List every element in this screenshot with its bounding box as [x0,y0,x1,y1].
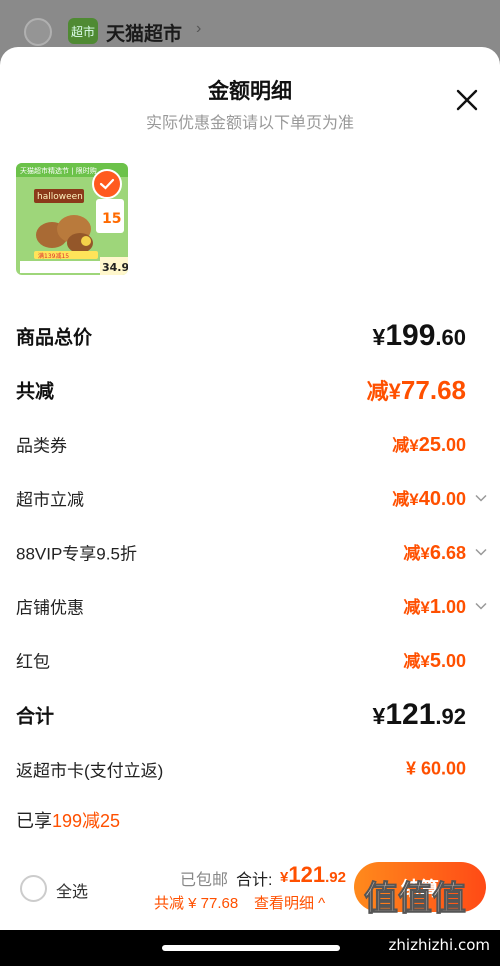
row-label: 共减 [16,381,55,403]
view-detail-link[interactable]: 查看明细 ^ [254,892,325,913]
total-label: 合计: [236,872,273,889]
row-label: 88VIP专享9.5折 [16,544,137,564]
thumbnail-brand-text: halloween [37,192,83,202]
row-supermarket-card-rebate: 返超市卡(支付立返) ¥ 60.00 [16,753,466,785]
row-label: 返超市卡(支付立返) [16,761,164,781]
select-all-label[interactable]: 全选 [56,878,88,902]
row-label: 合计 [16,706,55,728]
row-amount: 减¥40.00 [392,488,466,510]
watermark-logo: 值值值 [364,879,467,920]
row-label: 店铺优惠 [16,598,84,618]
row-label: 超市立减 [16,490,84,510]
chevron-right-icon: › [196,20,202,37]
home-indicator[interactable] [162,945,340,951]
row-amount: 减¥1.00 [403,596,466,618]
row-red-packet: 红包 减¥5.00 [16,644,466,676]
row-amount: 减¥6.68 [403,542,466,564]
store-select-radio[interactable] [24,18,52,46]
close-icon[interactable] [454,87,480,113]
chevron-down-icon[interactable] [474,599,488,613]
row-amount: 减¥25.00 [392,434,466,456]
svg-text:值值值: 值值值 [364,879,466,919]
row-goods-total: 商品总价 ¥199.60 [16,319,466,352]
applied-promo: 已享199减25 [16,811,121,831]
store-logo: 超市 [68,18,98,44]
row-supermarket-discount[interactable]: 超市立减 减¥40.00 [16,482,487,514]
row-amount: ¥ 60.00 [405,758,466,779]
thumbnail-badge-text: 满139减15 [38,252,69,260]
saved-amount: 共减 ¥ 77.68 [154,895,239,912]
row-amount: 减¥77.68 [366,375,466,405]
price-detail-sheet: 金额明细 实际优惠金额请以下单页为准 天猫超市精选节 | 限时购 hallowe… [0,47,500,966]
row-amount: ¥199.60 [372,319,466,352]
chevron-down-icon[interactable] [474,545,488,559]
chevron-down-icon[interactable] [474,491,488,505]
total-amount: ¥121.92 [280,862,346,887]
row-amount: 减¥5.00 [403,650,466,672]
row-label: 红包 [16,652,50,672]
watermark-site: zhizhizhi.com [388,936,490,954]
sheet-title: 金额明细 [208,80,292,103]
row-category-coupon: 品类券 减¥25.00 [16,428,466,460]
row-label: 商品总价 [16,327,93,349]
svg-text:15: 15 [102,211,121,227]
row-store-discount[interactable]: 店铺优惠 减¥1.00 [16,590,487,622]
row-amount: ¥121.92 [372,698,466,731]
thumbnail-banner-text: 天猫超市精选节 | 限时购 [20,166,97,175]
sheet-subtitle: 实际优惠金额请以下单页为准 [145,115,354,132]
thumbnail-price-text: 34.9 [102,261,128,274]
product-selected-check-icon[interactable] [92,169,122,199]
row-total-discount: 共减 减¥77.68 [16,374,466,406]
row-88vip-discount[interactable]: 88VIP专享9.5折 减¥6.68 [16,536,487,568]
row-label: 品类券 [16,436,67,456]
row-subtotal: 合计 ¥121.92 [16,698,466,731]
store-name[interactable]: 天猫超市 [106,19,182,46]
free-shipping-label: 已包邮 [180,872,229,889]
select-all-radio[interactable] [20,875,47,902]
